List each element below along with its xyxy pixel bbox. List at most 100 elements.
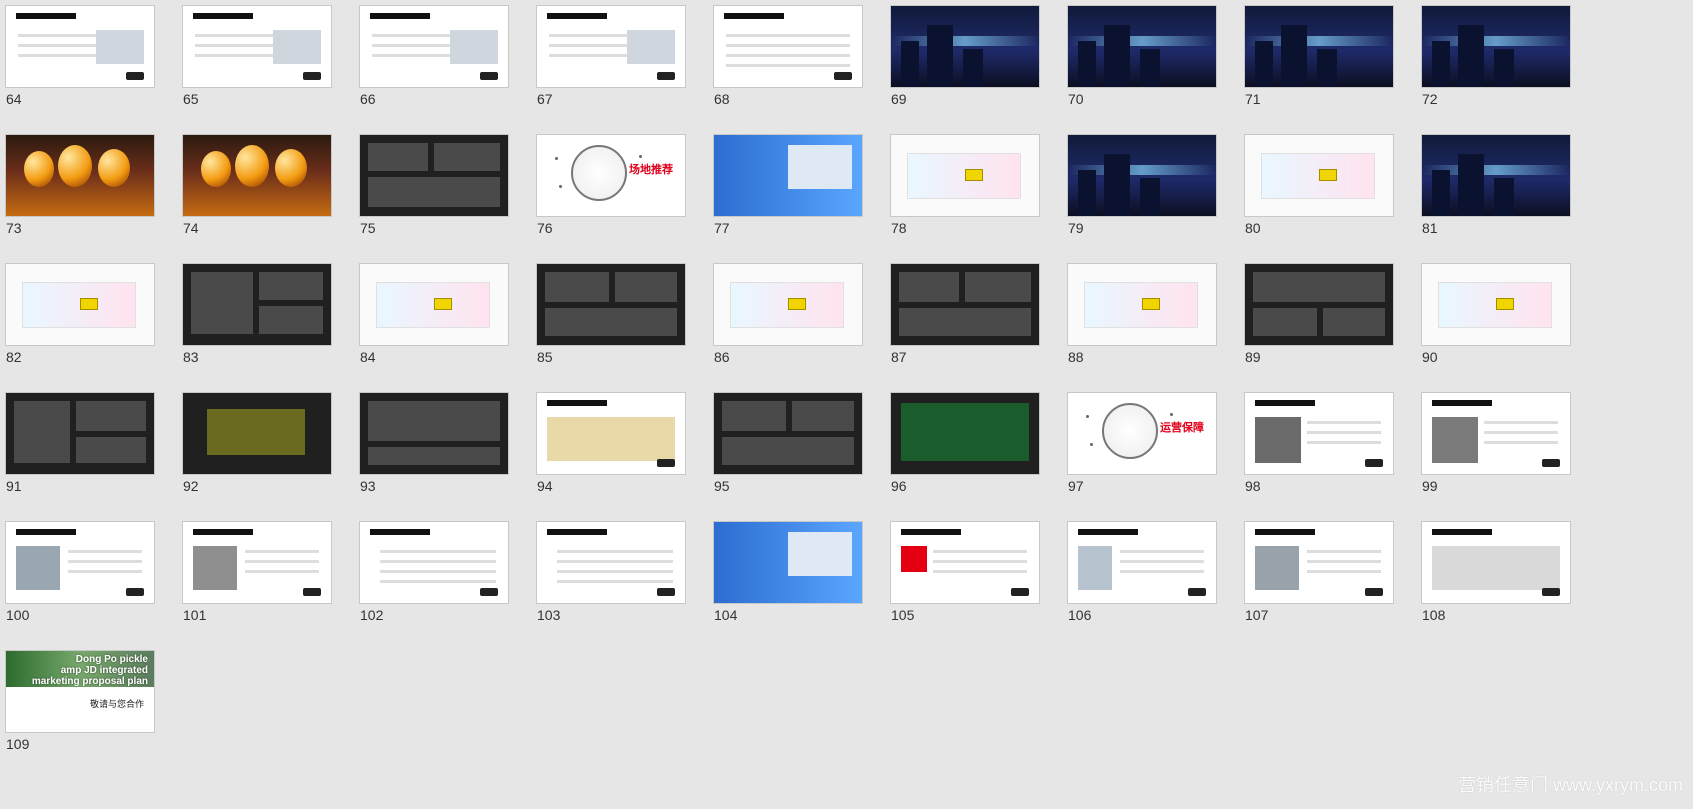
- slide-number: 84: [360, 349, 376, 365]
- slide-thumbnail[interactable]: [537, 6, 685, 87]
- slide-thumbnail[interactable]: [1422, 522, 1570, 603]
- slide-thumbnail[interactable]: [6, 264, 154, 345]
- map-highlight: [1142, 298, 1160, 310]
- slide-tile: 100: [0, 516, 156, 650]
- slide-thumbnail[interactable]: [714, 264, 862, 345]
- slide-thumbnail[interactable]: [891, 393, 1039, 474]
- image-tile: [722, 437, 854, 465]
- logo-mark: [1542, 588, 1560, 596]
- slide-thumbnail[interactable]: [1068, 522, 1216, 603]
- slide-thumbnail[interactable]: [1245, 393, 1393, 474]
- slide-thumbnail[interactable]: [1068, 135, 1216, 216]
- slide-thumbnail[interactable]: [1245, 522, 1393, 603]
- slide-thumbnail[interactable]: 运营保障: [1068, 393, 1216, 474]
- stamp-circle: [1102, 403, 1158, 459]
- slide-thumbnail[interactable]: [6, 393, 154, 474]
- slide-thumbnail[interactable]: [714, 393, 862, 474]
- slide-tile: 91: [0, 387, 156, 521]
- slide-thumbnail[interactable]: [183, 522, 331, 603]
- slide-number: 86: [714, 349, 730, 365]
- text-line: [380, 560, 496, 563]
- lantern-blob: [201, 151, 231, 187]
- slide-thumbnail[interactable]: [360, 393, 508, 474]
- slide-number: 79: [1068, 220, 1084, 236]
- title-bar: [1432, 400, 1492, 406]
- slide-thumbnail[interactable]: 场地推荐: [537, 135, 685, 216]
- text-line: [1120, 560, 1204, 563]
- slide-thumbnail[interactable]: [714, 6, 862, 87]
- slide-thumbnail[interactable]: [537, 522, 685, 603]
- image-tile: [965, 272, 1031, 302]
- image-tile: [76, 401, 146, 431]
- text-line: [1307, 570, 1381, 573]
- slide-thumbnail[interactable]: [360, 6, 508, 87]
- slide-thumbnail[interactable]: [1245, 6, 1393, 87]
- slide-thumbnail[interactable]: [360, 264, 508, 345]
- floor-map: [376, 282, 490, 328]
- slide-tile: 79: [1062, 129, 1218, 263]
- slide-thumbnail[interactable]: [891, 6, 1039, 87]
- slide-thumbnail[interactable]: [1422, 264, 1570, 345]
- dot: [555, 157, 558, 160]
- text-line: [1307, 441, 1381, 444]
- slide-thumbnail[interactable]: [1245, 135, 1393, 216]
- image-tile: [899, 308, 1031, 336]
- slide-tile: 74: [177, 129, 333, 263]
- slide-thumbnail[interactable]: [360, 135, 508, 216]
- image-tile: [368, 143, 428, 171]
- slide-thumbnail[interactable]: [183, 135, 331, 216]
- slide-thumbnail[interactable]: [1422, 6, 1570, 87]
- slide-tile: 99: [1416, 387, 1572, 521]
- text-line: [380, 580, 496, 583]
- slide-thumbnail[interactable]: [714, 135, 862, 216]
- image-tile: [792, 401, 854, 431]
- slide-tile: 90: [1416, 258, 1572, 392]
- text-line: [726, 44, 850, 47]
- building: [1432, 41, 1450, 87]
- title-line: amp JD integrated: [60, 665, 148, 676]
- slide-thumbnail[interactable]: [1422, 135, 1570, 216]
- image-placeholder: [96, 30, 144, 64]
- slide-number: 69: [891, 91, 907, 107]
- slide-tile: 71: [1239, 0, 1395, 134]
- building: [1104, 25, 1130, 87]
- slide-thumbnail[interactable]: [183, 264, 331, 345]
- image-placeholder: [450, 30, 498, 64]
- image-tile: [259, 272, 323, 300]
- slide-thumbnail[interactable]: [891, 522, 1039, 603]
- slide-thumbnail[interactable]: [537, 264, 685, 345]
- slide-number: 104: [714, 607, 738, 623]
- slide-thumbnail[interactable]: [183, 393, 331, 474]
- slide-thumbnail[interactable]: [183, 6, 331, 87]
- slide-thumbnail[interactable]: Dong Po pickle amp JD integrated marketi…: [6, 651, 154, 732]
- slide-tile: 83: [177, 258, 333, 392]
- slide-thumbnail[interactable]: [6, 6, 154, 87]
- slide-number: 93: [360, 478, 376, 494]
- slide-thumbnail[interactable]: [1068, 6, 1216, 87]
- slide-thumbnail[interactable]: [1245, 264, 1393, 345]
- slide-number: 92: [183, 478, 199, 494]
- slide-thumbnail[interactable]: [6, 522, 154, 603]
- floor-map: [22, 282, 136, 328]
- slide-number: 81: [1422, 220, 1438, 236]
- text-line: [1120, 550, 1204, 553]
- slide-thumbnail[interactable]: [891, 135, 1039, 216]
- slide-thumbnail[interactable]: [1068, 264, 1216, 345]
- slide-thumbnail[interactable]: [360, 522, 508, 603]
- slide-thumbnail[interactable]: [1422, 393, 1570, 474]
- image-placeholder: [627, 30, 675, 64]
- title-bar: [1255, 400, 1315, 406]
- text-line: [557, 550, 673, 553]
- slide-thumbnail[interactable]: [6, 135, 154, 216]
- slide-number: 105: [891, 607, 915, 623]
- slide-thumbnail[interactable]: [891, 264, 1039, 345]
- slide-number: 91: [6, 478, 22, 494]
- image-tile: [368, 177, 500, 207]
- title-bar: [16, 13, 76, 19]
- slide-thumbnail[interactable]: [714, 522, 862, 603]
- slide-tile: 78: [885, 129, 1041, 263]
- text-line: [380, 570, 496, 573]
- slide-number: 75: [360, 220, 376, 236]
- map-highlight: [1319, 169, 1337, 181]
- slide-thumbnail[interactable]: [537, 393, 685, 474]
